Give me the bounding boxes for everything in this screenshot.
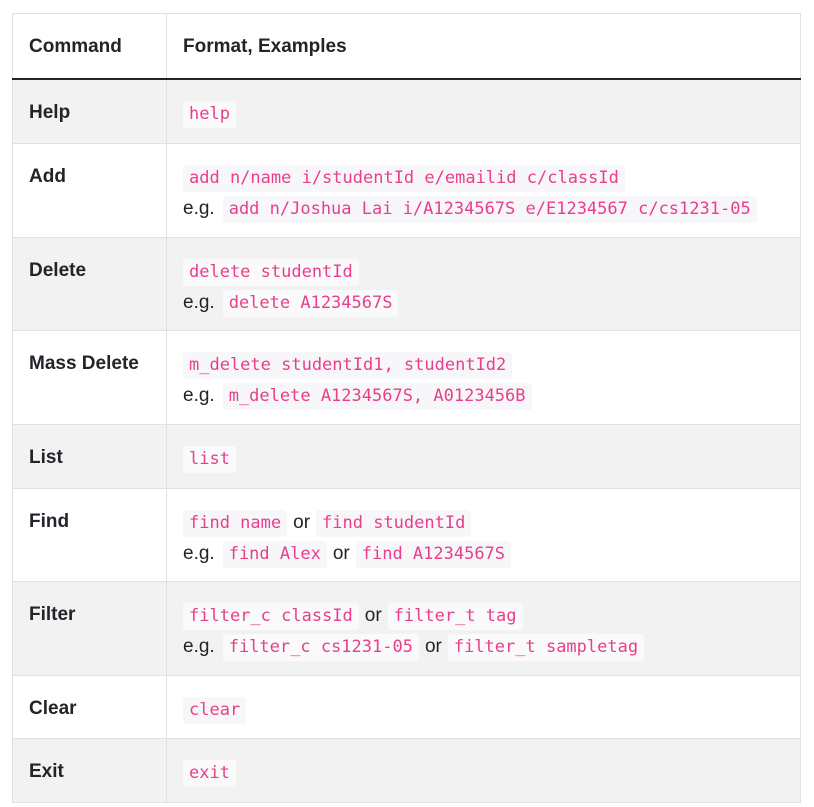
command-name-cell: Help [12, 78, 167, 144]
example-line: e.g. delete A1234567S [183, 288, 800, 319]
command-name-cell: Filter [12, 580, 167, 676]
example-code: filter_t sampletag [447, 633, 645, 661]
command-name-cell: Find [12, 487, 167, 582]
example-code: m_delete A1234567S, A0123456B [222, 382, 532, 410]
format-code: exit [183, 759, 236, 787]
format-line: find name or find studentId [183, 508, 800, 539]
format-cell: filter_c classId or filter_t tag e.g. filter… [166, 580, 801, 676]
command-summary-table: Command Format, Examples Help help Add add … [12, 13, 801, 803]
or-connector: or [424, 636, 442, 657]
format-cell: help [166, 78, 801, 144]
format-code: delete studentId [183, 258, 359, 286]
format-code: filter_c classId [183, 602, 359, 630]
command-name-cell: Exit [12, 737, 167, 803]
example-code: find Alex [222, 540, 327, 568]
command-name-cell: Clear [12, 674, 167, 739]
format-cell: clear [166, 674, 801, 739]
table-header-row: Command Format, Examples [12, 13, 801, 80]
format-cell: list [166, 423, 801, 489]
example-prefix: e.g. [183, 198, 215, 219]
or-connector: or [332, 543, 350, 564]
table-row: Clear clear [12, 674, 801, 739]
format-code: add n/name i/studentId e/emailid c/class… [183, 164, 625, 192]
example-prefix: e.g. [183, 636, 215, 657]
command-name-cell: Mass Delete [12, 329, 167, 425]
example-line: e.g. m_delete A1234567S, A0123456B [183, 381, 800, 412]
format-cell: m_delete studentId1, studentId2 e.g. m_del… [166, 329, 801, 425]
format-line: clear [183, 695, 800, 726]
example-prefix: e.g. [183, 385, 215, 406]
example-code: delete A1234567S [222, 289, 399, 317]
command-name-cell: List [12, 423, 167, 489]
example-code: filter_c cs1231-05 [222, 633, 419, 661]
format-code: filter_t tag [387, 602, 523, 630]
format-line: exit [183, 758, 800, 789]
format-code: find studentId [316, 509, 472, 537]
example-prefix: e.g. [183, 543, 215, 564]
command-name-cell: Delete [12, 236, 167, 331]
table-row: List list [12, 423, 801, 489]
command-name-cell: Add [12, 142, 167, 238]
table-row: Help help [12, 78, 801, 144]
table-row: Find find name or find studentId e.g. find Al… [12, 487, 801, 582]
format-line: add n/name i/studentId e/emailid c/class… [183, 163, 800, 194]
example-prefix: e.g. [183, 292, 215, 313]
format-cell: delete studentId e.g. delete A1234567S [166, 236, 801, 331]
format-cell: find name or find studentId e.g. find Alex or… [166, 487, 801, 582]
example-code: add n/Joshua Lai i/A1234567S e/E1234567 … [222, 195, 757, 223]
format-code: clear [183, 696, 247, 724]
table-row: Add add n/name i/studentId e/emailid c/cl… [12, 142, 801, 238]
table-row: Mass Delete m_delete studentId1, studentI… [12, 329, 801, 425]
header-command: Command [12, 13, 167, 80]
example-line: e.g. filter_c cs1231-05 or filter_t samplet… [183, 632, 800, 663]
example-line: e.g. find Alex or find A1234567S [183, 539, 800, 570]
example-line: e.g. add n/Joshua Lai i/A1234567S e/E1234… [183, 194, 800, 225]
format-cell: add n/name i/studentId e/emailid c/class… [166, 142, 801, 238]
format-cell: exit [166, 737, 801, 803]
header-format: Format, Examples [166, 13, 801, 80]
format-line: help [183, 99, 800, 130]
or-connector: or [293, 512, 311, 533]
format-code: find name [183, 509, 288, 537]
table-row: Filter filter_c classId or filter_t tag e.g.… [12, 580, 801, 676]
table-row: Exit exit [12, 737, 801, 803]
format-line: m_delete studentId1, studentId2 [183, 350, 800, 381]
format-code: list [183, 445, 236, 473]
format-code: help [183, 101, 236, 128]
example-code: find A1234567S [355, 540, 512, 568]
format-line: filter_c classId or filter_t tag [183, 601, 800, 632]
format-line: delete studentId [183, 257, 800, 288]
table-row: Delete delete studentId e.g. delete A123456… [12, 236, 801, 331]
format-code: m_delete studentId1, studentId2 [183, 351, 513, 379]
format-line: list [183, 444, 800, 475]
or-connector: or [364, 605, 382, 626]
